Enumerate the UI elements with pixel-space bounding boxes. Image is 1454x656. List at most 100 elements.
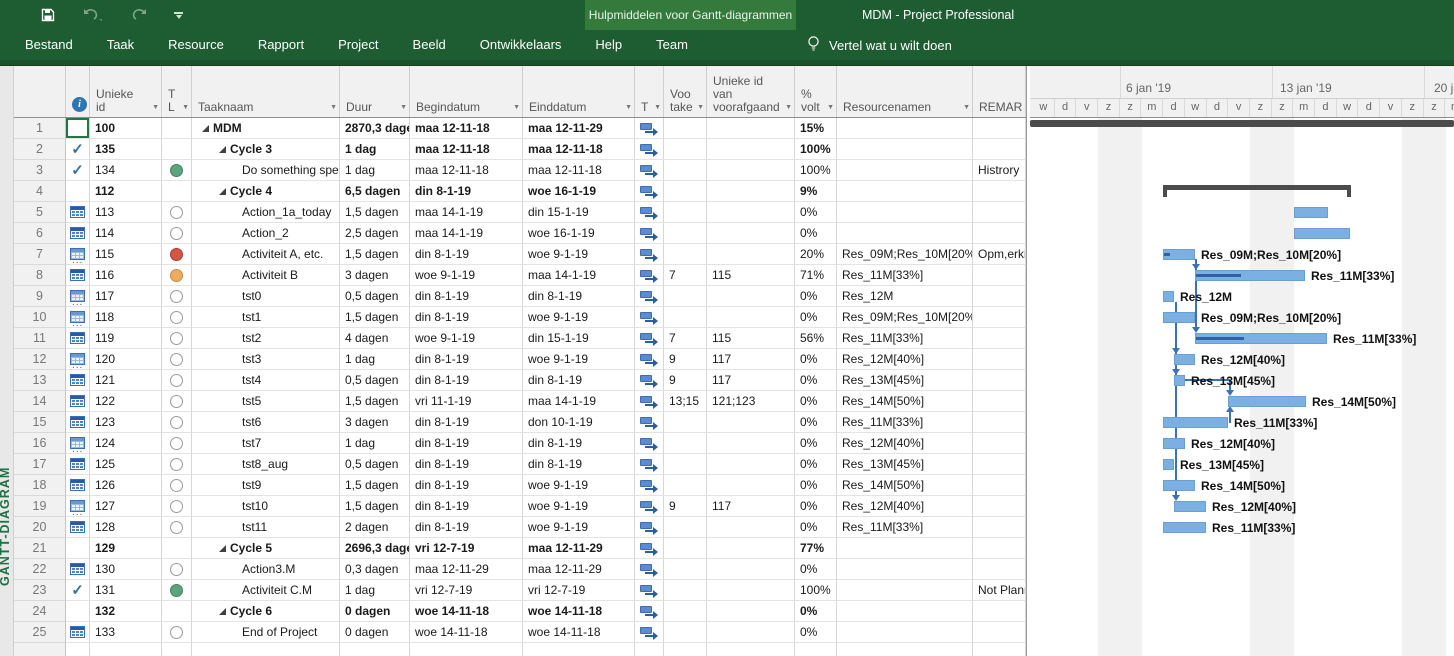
cell-uidvoor[interactable] <box>707 244 795 265</box>
task-bar[interactable] <box>1294 207 1328 218</box>
cell-resources[interactable] <box>837 160 973 181</box>
cell-remarks[interactable] <box>973 391 1026 412</box>
cell-mode[interactable] <box>635 160 664 181</box>
cell-begin[interactable]: woe 14-11-18 <box>410 622 523 643</box>
cell-begin[interactable]: maa 12-11-29 <box>410 559 523 580</box>
cell-eind[interactable]: woe 9-1-19 <box>523 307 635 328</box>
cell-tl[interactable] <box>162 601 192 622</box>
cell-voortaken[interactable] <box>664 559 707 580</box>
cell-mode[interactable] <box>635 223 664 244</box>
column-header-resources[interactable]: Resourcenamen▼ <box>837 66 973 117</box>
cell-remarks[interactable] <box>973 202 1026 223</box>
cell-resources[interactable]: Res_14M[50%] <box>837 391 973 412</box>
cell-name[interactable]: tst0 <box>192 286 340 307</box>
cell-tl[interactable] <box>162 538 192 559</box>
cell-name[interactable]: Activiteit A, etc. <box>192 244 340 265</box>
cell-eind[interactable]: din 8-1-19 <box>523 286 635 307</box>
cell-uid[interactable]: 117 <box>90 286 162 307</box>
column-header-name[interactable]: Taaknaam▼ <box>192 66 340 117</box>
cell-eind[interactable]: maa 12-11-29 <box>523 118 635 139</box>
cell-remarks[interactable] <box>973 433 1026 454</box>
cell-uid[interactable]: 135 <box>90 139 162 160</box>
cell-name[interactable]: Activiteit B <box>192 265 340 286</box>
cell-duur[interactable]: 0,3 dagen <box>340 559 410 580</box>
cell-duur[interactable]: 1,5 dagen <box>340 244 410 265</box>
cell-uid[interactable] <box>90 643 162 656</box>
cell-begin[interactable]: din 8-1-19 <box>410 181 523 202</box>
cell-mode[interactable] <box>635 580 664 601</box>
cell-voortaken[interactable] <box>664 160 707 181</box>
cell-mode[interactable] <box>635 622 664 643</box>
cell-uidvoor[interactable]: 117 <box>707 370 795 391</box>
cell-voortaken[interactable] <box>664 643 707 656</box>
cell-pct[interactable]: 0% <box>795 391 837 412</box>
cell-tl[interactable] <box>162 139 192 160</box>
cell-uidvoor[interactable] <box>707 517 795 538</box>
cell-eind[interactable]: vri 12-7-19 <box>523 580 635 601</box>
cell-resources[interactable]: Res_11M[33%] <box>837 328 973 349</box>
cell-mode[interactable] <box>635 328 664 349</box>
cell-begin[interactable]: din 8-1-19 <box>410 244 523 265</box>
cell-voortaken[interactable] <box>664 622 707 643</box>
undo-icon[interactable] <box>82 7 102 23</box>
cell-voortaken[interactable] <box>664 244 707 265</box>
cell-voortaken[interactable] <box>664 118 707 139</box>
cell-tl[interactable] <box>162 391 192 412</box>
cell-eind[interactable]: woe 16-1-19 <box>523 181 635 202</box>
filter-arrow-icon[interactable]: ▼ <box>625 101 632 114</box>
cell-remarks[interactable] <box>973 370 1026 391</box>
filter-arrow-icon[interactable]: ▼ <box>654 101 661 114</box>
cell-resources[interactable] <box>837 223 973 244</box>
cell-info[interactable] <box>66 538 90 559</box>
cell-duur[interactable]: 2,5 dagen <box>340 223 410 244</box>
project-summary-bar[interactable] <box>1030 120 1454 127</box>
cell-pct[interactable]: 0% <box>795 496 837 517</box>
cell-eind[interactable]: maa 12-11-29 <box>523 559 635 580</box>
cell-resources[interactable] <box>837 139 973 160</box>
cell-uid[interactable]: 123 <box>90 412 162 433</box>
cell-name[interactable]: tst6 <box>192 412 340 433</box>
cell-resources[interactable]: Res_13M[45%] <box>837 370 973 391</box>
cell-pct[interactable]: 0% <box>795 349 837 370</box>
filter-arrow-icon[interactable]: ▼ <box>697 101 704 114</box>
cell-uidvoor[interactable] <box>707 559 795 580</box>
cell-mode[interactable] <box>635 370 664 391</box>
cell-remarks[interactable]: Not Planned <box>973 580 1026 601</box>
cell-name[interactable]: End of Project <box>192 622 340 643</box>
cell-name[interactable]: tst1 <box>192 307 340 328</box>
filter-arrow-icon[interactable]: ▼ <box>182 101 189 114</box>
cell-uid[interactable]: 121 <box>90 370 162 391</box>
cell-uidvoor[interactable]: 121;123 <box>707 391 795 412</box>
cell-info[interactable]: ... <box>66 286 90 307</box>
cell-info[interactable]: ... <box>66 349 90 370</box>
cell-info[interactable] <box>66 643 90 656</box>
tell-me-box[interactable]: Vertel wat u wilt doen <box>806 30 952 60</box>
cell-voortaken[interactable] <box>664 454 707 475</box>
cell-eind[interactable]: woe 9-1-19 <box>523 244 635 265</box>
cell-duur[interactable]: 1,5 dagen <box>340 202 410 223</box>
cell-tl[interactable] <box>162 160 192 181</box>
cell-voortaken[interactable]: 9 <box>664 496 707 517</box>
tab-rapport[interactable]: Rapport <box>241 30 321 60</box>
cell-voortaken[interactable] <box>664 139 707 160</box>
cell-begin[interactable]: din 8-1-19 <box>410 307 523 328</box>
cell-pct[interactable]: 0% <box>795 475 837 496</box>
cell-mode[interactable] <box>635 286 664 307</box>
cell-mode[interactable] <box>635 265 664 286</box>
cell-tl[interactable] <box>162 118 192 139</box>
column-header-duur[interactable]: Duur▼ <box>340 66 410 117</box>
cell-duur[interactable]: 1 dag <box>340 160 410 181</box>
summary-task-bar[interactable] <box>1163 185 1351 190</box>
cell-uidvoor[interactable] <box>707 538 795 559</box>
cell-begin[interactable]: din 8-1-19 <box>410 349 523 370</box>
cell-duur[interactable]: 4 dagen <box>340 328 410 349</box>
cell-uid[interactable]: 131 <box>90 580 162 601</box>
cell-uid[interactable]: 128 <box>90 517 162 538</box>
cell-info[interactable] <box>66 181 90 202</box>
cell-duur[interactable]: 1,5 dagen <box>340 307 410 328</box>
cell-resources[interactable]: Res_12M[40%] <box>837 349 973 370</box>
cell-resources[interactable]: Res_09M;Res_10M[20%] <box>837 244 973 265</box>
cell-uidvoor[interactable] <box>707 433 795 454</box>
cell-voortaken[interactable] <box>664 412 707 433</box>
cell-uid[interactable]: 126 <box>90 475 162 496</box>
